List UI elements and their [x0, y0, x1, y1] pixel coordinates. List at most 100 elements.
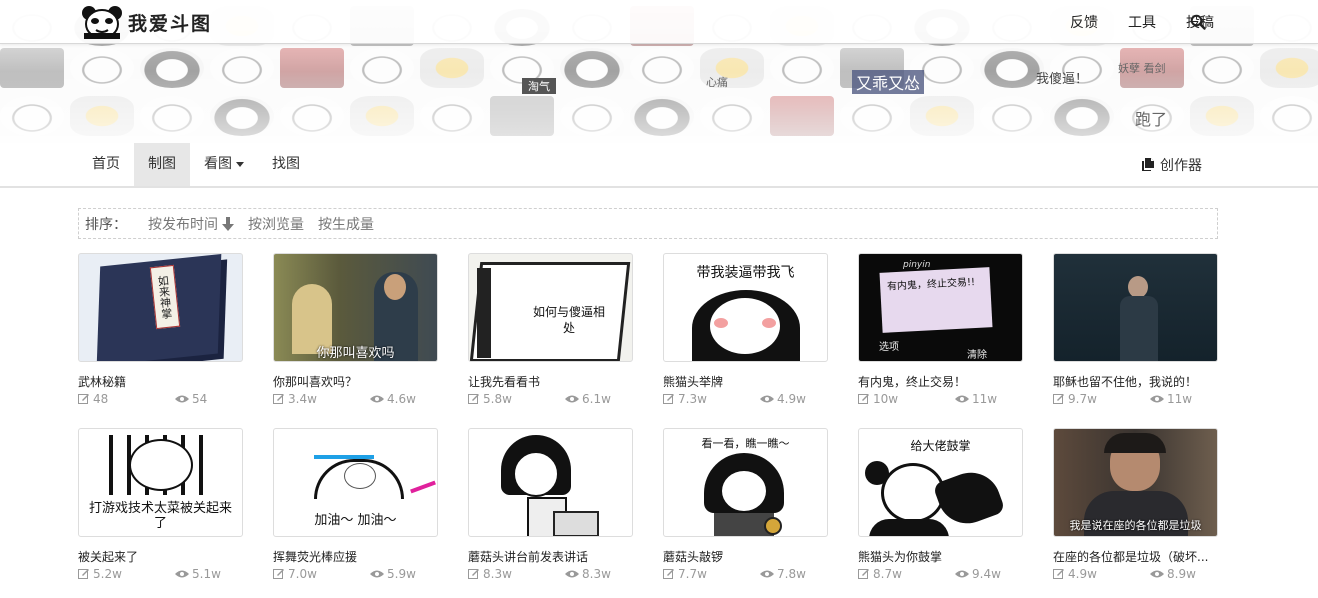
edit-icon	[273, 394, 284, 404]
site-logo[interactable]: 我爱斗图	[80, 5, 212, 39]
sort-by-time[interactable]: 按发布时间	[148, 214, 234, 234]
nav-feedback-link[interactable]: 反馈	[1070, 12, 1098, 32]
edit-icon	[858, 394, 869, 404]
view-count: 8.3w	[565, 567, 611, 581]
subnav-items: 首页 制图 看图 找图	[78, 143, 314, 186]
sub-navbar: 首页 制图 看图 找图 创作器	[0, 143, 1318, 188]
card-title[interactable]: 蘑菇头敲锣	[663, 548, 828, 564]
meme-card[interactable]: 如来神掌 武林秘籍 48 54	[78, 253, 243, 406]
meme-thumbnail[interactable]: 你那叫喜欢吗	[273, 253, 438, 362]
card-title[interactable]: 你那叫喜欢吗？	[273, 373, 438, 389]
view-count-value: 4.9w	[777, 392, 806, 406]
edit-icon	[78, 569, 89, 579]
edit-count-value: 10w	[873, 392, 899, 406]
card-title[interactable]: 挥舞荧光棒应援	[273, 548, 438, 564]
edit-count: 7.3w	[663, 392, 707, 406]
search-icon[interactable]	[1190, 14, 1206, 30]
top-navbar: 我爱斗图 反馈 工具 投稿	[0, 0, 1318, 44]
sort-bar: 排序： 按发布时间 按浏览量 按生成量	[78, 208, 1218, 239]
meme-card[interactable]: 看一看，瞧一瞧～ 蘑菇头敲锣 7.7w 7.8w	[663, 428, 828, 581]
edit-count: 5.2w	[78, 567, 122, 581]
meme-card[interactable]: 你那叫喜欢吗 你那叫喜欢吗？ 3.4w 4.6w	[273, 253, 438, 406]
card-title[interactable]: 熊猫头为你鼓掌	[858, 548, 1023, 564]
edit-count: 7.0w	[273, 567, 317, 581]
view-count-value: 8.3w	[582, 567, 611, 581]
edit-count-value: 5.8w	[483, 392, 512, 406]
view-count: 4.9w	[760, 392, 806, 406]
phone-softkey-left: 选项	[879, 342, 899, 353]
card-title[interactable]: 在座的各位都是垃圾（破坏...	[1053, 548, 1218, 564]
nav-tools-link[interactable]: 工具	[1128, 12, 1156, 32]
meme-thumbnail[interactable]: 带我装逼带我飞	[663, 253, 828, 362]
meme-thumbnail[interactable]: 看一看，瞧一瞧～	[663, 428, 828, 537]
card-stats: 48 54	[78, 392, 243, 406]
card-title[interactable]: 耶稣也留不住他，我说的！	[1053, 373, 1218, 389]
view-count-value: 9.4w	[972, 567, 1001, 581]
tab-find-image[interactable]: 找图	[258, 143, 314, 186]
meme-thumbnail[interactable]: 打游戏技术太菜被关起来了	[78, 428, 243, 537]
meme-thumbnail[interactable]	[1053, 253, 1218, 362]
meme-card[interactable]: 我是说在座的各位都是垃圾 在座的各位都是垃圾（破坏... 4.9w 8.9w	[1053, 428, 1218, 581]
caret-down-icon	[236, 161, 244, 167]
card-title[interactable]: 熊猫头举牌	[663, 373, 828, 389]
banner-text: 妖孽 看剑	[1118, 62, 1166, 75]
meme-thumbnail[interactable]: 如何与傻逼相处	[468, 253, 633, 362]
eye-icon	[955, 395, 969, 403]
thumbnail-caption: 如何与傻逼相处	[532, 305, 605, 335]
sort-option-label: 按发布时间	[148, 216, 218, 233]
view-count-value: 6.1w	[582, 392, 611, 406]
meme-thumbnail[interactable]: 给大佬鼓掌	[858, 428, 1023, 537]
meme-thumbnail[interactable]: 如来神掌	[78, 253, 243, 362]
meme-card[interactable]: pinyin 有内鬼，终止交易!! 选项 清除 有内鬼，终止交易！ 10w 11…	[858, 253, 1023, 406]
tab-label: 首页	[92, 156, 120, 172]
card-title[interactable]: 让我先看看书	[468, 373, 633, 389]
edit-count: 48	[78, 392, 108, 406]
eye-icon	[955, 570, 969, 578]
top-links: 反馈 工具 投稿	[1040, 0, 1214, 44]
meme-card[interactable]: 给大佬鼓掌 熊猫头为你鼓掌 8.7w 9.4w	[858, 428, 1023, 581]
meme-card[interactable]: 蘑菇头讲台前发表讲话 8.3w 8.3w	[468, 428, 633, 581]
meme-thumbnail[interactable]: 我是说在座的各位都是垃圾	[1053, 428, 1218, 537]
card-title[interactable]: 被关起来了	[78, 548, 243, 564]
card-title[interactable]: 武林秘籍	[78, 373, 243, 389]
creator-button[interactable]: 创作器	[1141, 143, 1202, 186]
banner-text: 我傻逼！	[1036, 72, 1089, 87]
eye-icon	[565, 395, 579, 403]
meme-thumbnail[interactable]	[468, 428, 633, 537]
sort-by-generated[interactable]: 按生成量	[318, 214, 374, 234]
view-count: 11w	[955, 392, 997, 406]
tab-home[interactable]: 首页	[78, 143, 134, 186]
sort-by-views[interactable]: 按浏览量	[248, 214, 304, 234]
tab-make-image[interactable]: 制图	[134, 143, 190, 186]
logo-text: 我爱斗图	[128, 12, 213, 35]
tab-browse-dropdown[interactable]: 看图	[190, 143, 258, 186]
meme-card[interactable]: 耶稣也留不住他，我说的！ 9.7w 11w	[1053, 253, 1218, 406]
card-stats: 7.0w 5.9w	[273, 567, 438, 581]
meme-thumbnail[interactable]: pinyin 有内鬼，终止交易!! 选项 清除	[858, 253, 1023, 362]
card-stats: 4.9w 8.9w	[1053, 567, 1218, 581]
meme-thumbnail[interactable]: 加油～ 加油～	[273, 428, 438, 537]
edit-count-value: 7.3w	[678, 392, 707, 406]
edit-icon	[858, 569, 869, 579]
eye-icon	[175, 570, 189, 578]
eye-icon	[760, 395, 774, 403]
edit-count-value: 9.7w	[1068, 392, 1097, 406]
view-count: 8.9w	[1150, 567, 1196, 581]
edit-count-value: 8.7w	[873, 567, 902, 581]
tab-label: 看图	[204, 156, 232, 172]
edit-count-value: 5.2w	[93, 567, 122, 581]
edit-icon	[663, 569, 674, 579]
meme-card[interactable]: 如何与傻逼相处 让我先看看书 5.8w 6.1w	[468, 253, 633, 406]
view-count-value: 7.8w	[777, 567, 806, 581]
view-count: 11w	[1150, 392, 1192, 406]
meme-card[interactable]: 带我装逼带我飞 熊猫头举牌 7.3w 4.9w	[663, 253, 828, 406]
eye-icon	[175, 395, 189, 403]
meme-card[interactable]: 加油～ 加油～ 挥舞荧光棒应援 7.0w 5.9w	[273, 428, 438, 581]
card-title[interactable]: 蘑菇头讲台前发表讲话	[468, 548, 633, 564]
view-count-value: 5.9w	[387, 567, 416, 581]
card-title[interactable]: 有内鬼，终止交易！	[858, 373, 1023, 389]
view-count-value: 5.1w	[192, 567, 221, 581]
meme-card[interactable]: 打游戏技术太菜被关起来了 被关起来了 5.2w 5.1w	[78, 428, 243, 581]
edit-count-value: 8.3w	[483, 567, 512, 581]
arrow-down-icon	[222, 216, 234, 231]
